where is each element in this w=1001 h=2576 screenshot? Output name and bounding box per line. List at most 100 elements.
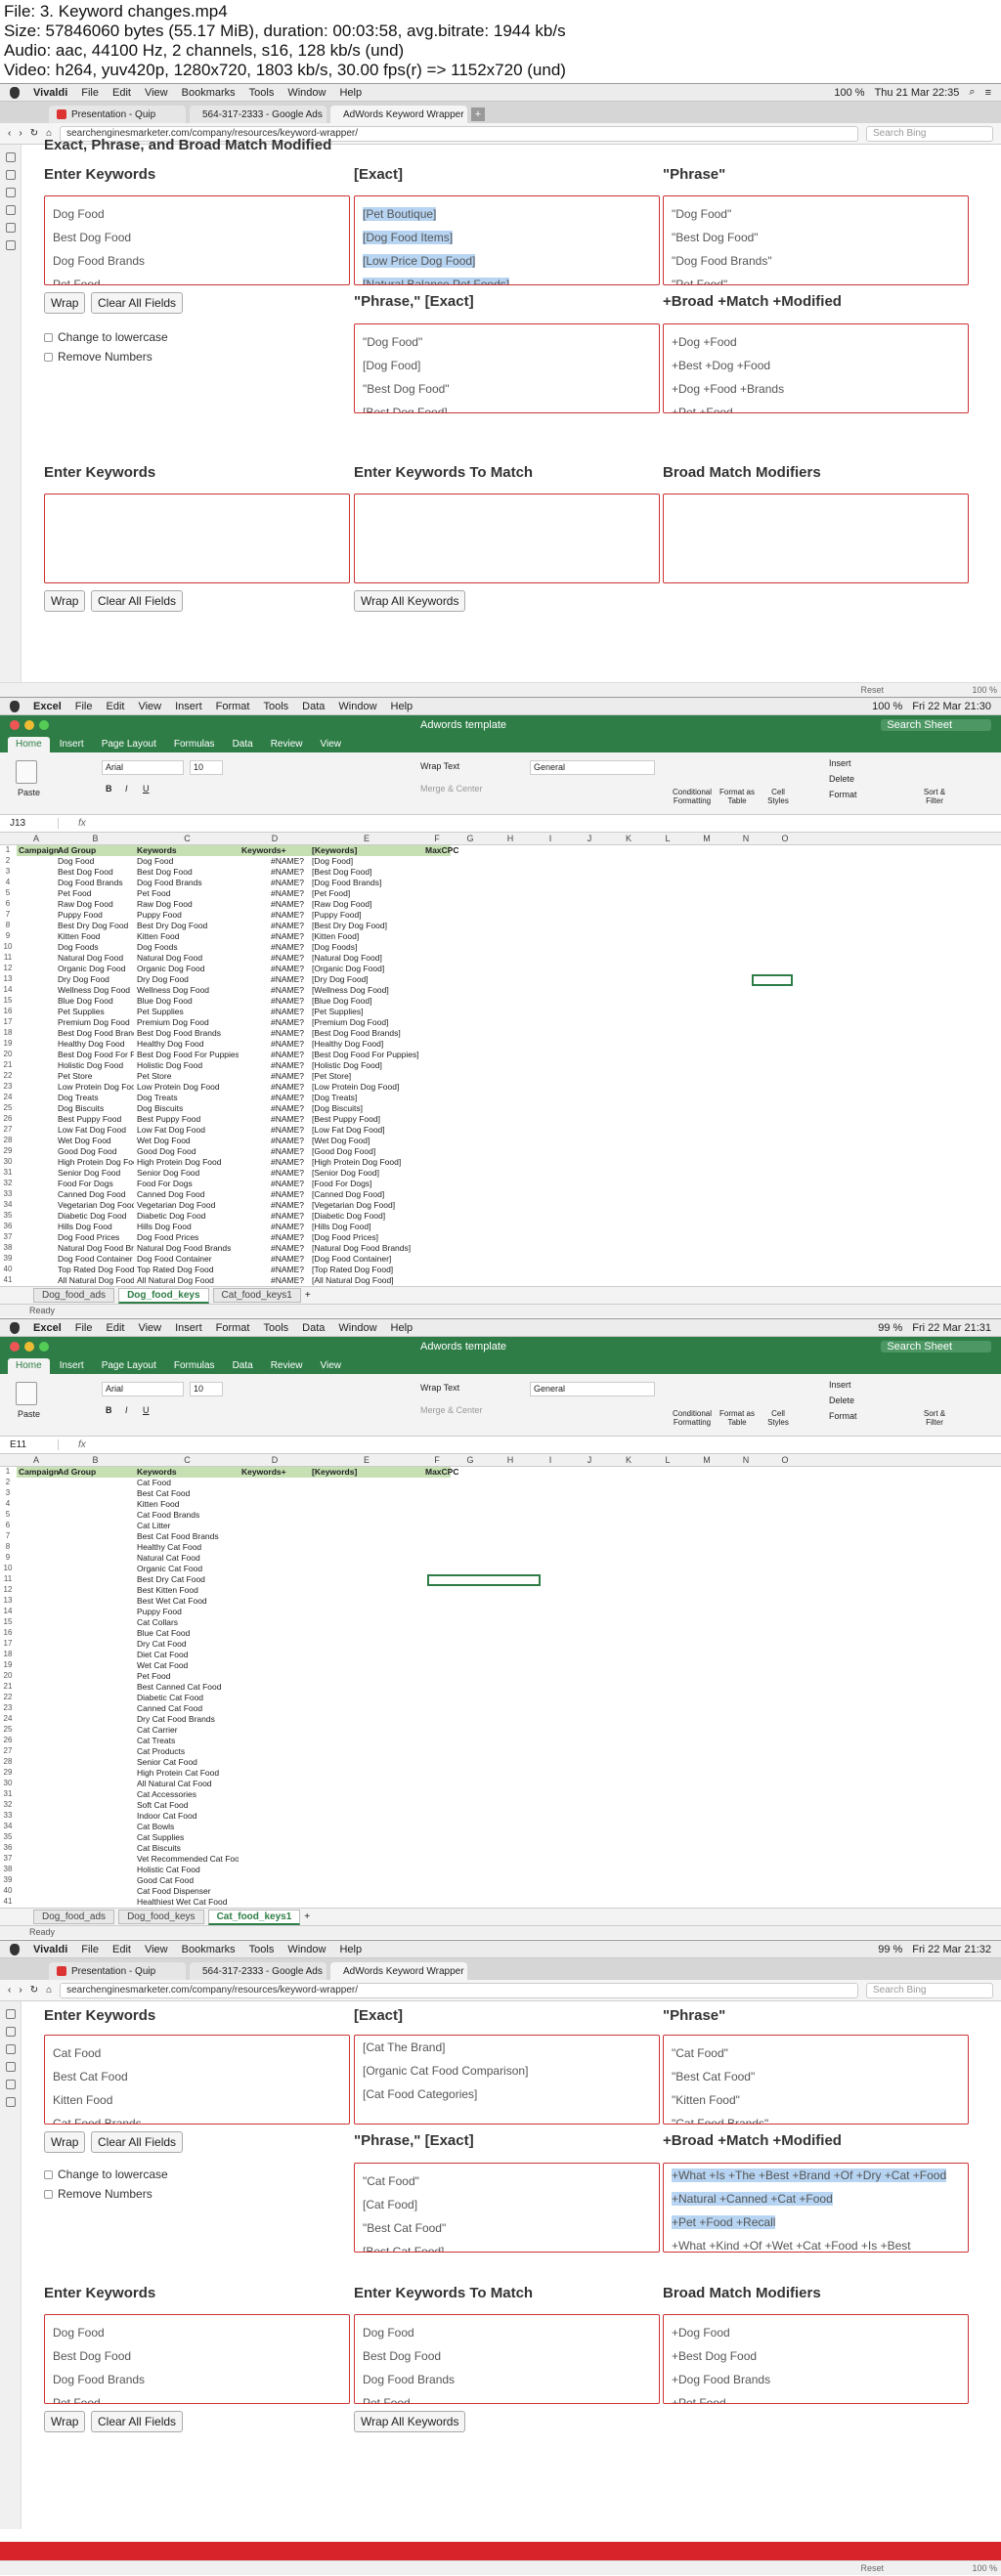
row-number[interactable]: 6 — [0, 899, 16, 908]
header-cell[interactable]: [Keywords] — [312, 1467, 357, 1478]
header-cell[interactable]: Keywords+ — [241, 1467, 286, 1478]
keyword-cell[interactable]: Top Rated Dog Food — [137, 1265, 239, 1275]
row-number[interactable]: 19 — [0, 1660, 16, 1669]
menu-edit[interactable]: Edit — [112, 1944, 131, 1955]
keyword-cell[interactable]: Wet Dog Food — [137, 1136, 239, 1146]
keyword-cell[interactable]: Hills Dog Food — [137, 1222, 239, 1232]
column-header[interactable]: G — [451, 834, 490, 843]
adgroup-cell[interactable]: Senior Dog Food — [58, 1168, 134, 1179]
enter-keywords-textarea[interactable]: Dog Food Best Dog Food Dog Food Brands Pet … — [44, 195, 350, 285]
tab-view[interactable]: View — [312, 737, 349, 752]
adgroup-cell[interactable]: Wet Dog Food — [58, 1136, 134, 1146]
wrap-text-button[interactable]: Wrap Text — [420, 761, 459, 771]
row-number[interactable]: 20 — [0, 1050, 16, 1058]
history-icon[interactable] — [5, 2062, 16, 2072]
row-number[interactable]: 11 — [0, 953, 16, 962]
row-number[interactable]: 24 — [0, 1093, 16, 1101]
keyword-cell[interactable]: Wet Cat Food — [137, 1660, 239, 1671]
merge-center-button[interactable]: Merge & Center — [420, 784, 483, 794]
tab-formulas[interactable]: Formulas — [166, 737, 223, 752]
font-select[interactable]: Arial — [102, 760, 184, 775]
column-header[interactable]: B — [56, 1455, 135, 1465]
tab-page-layout[interactable]: Page Layout — [94, 737, 164, 752]
insert-cells-button[interactable]: Insert — [829, 758, 851, 768]
window-controls[interactable] — [10, 1342, 49, 1352]
adgroup-cell[interactable]: Raw Dog Food — [58, 899, 134, 910]
keyword-cell[interactable]: Cat Supplies — [137, 1832, 239, 1843]
keyword-cell[interactable]: Cat Products — [137, 1746, 239, 1757]
keyword-cell[interactable]: Best Dog Food — [137, 867, 239, 878]
exact-cell[interactable]: [Dog Treats] — [312, 1093, 419, 1103]
row-number[interactable]: 18 — [0, 1028, 16, 1037]
delete-cells-button[interactable]: Delete — [829, 1395, 854, 1405]
keyword-cell[interactable]: Pet Supplies — [137, 1007, 239, 1017]
row-number[interactable]: 16 — [0, 1007, 16, 1015]
row-number[interactable]: 4 — [0, 878, 16, 886]
exact-cell[interactable]: [Low Protein Dog Food] — [312, 1082, 419, 1093]
row-number[interactable]: 9 — [0, 1553, 16, 1562]
column-header[interactable]: L — [648, 834, 687, 843]
exact-cell[interactable]: [Top Rated Dog Food] — [312, 1265, 419, 1275]
adgroup-cell[interactable]: Vegetarian Dog Food — [58, 1200, 134, 1211]
keyword-cell[interactable]: Premium Dog Food — [137, 1017, 239, 1028]
adgroup-cell[interactable]: Good Dog Food — [58, 1146, 134, 1157]
row-number[interactable]: 40 — [0, 1886, 16, 1895]
formula-cell[interactable]: #NAME? — [271, 931, 304, 942]
row-number[interactable]: 6 — [0, 1521, 16, 1529]
formula-cell[interactable]: #NAME? — [271, 1028, 304, 1039]
row-number[interactable]: 36 — [0, 1843, 16, 1852]
keyword-cell[interactable]: Cat Food — [137, 1478, 239, 1488]
row-number[interactable]: 11 — [0, 1574, 16, 1583]
conditional-formatting-button[interactable]: Conditional Formatting — [671, 788, 714, 805]
menu-file[interactable]: File — [75, 1322, 93, 1334]
adgroup-cell[interactable]: Pet Store — [58, 1071, 134, 1082]
keyword-cell[interactable]: Healthy Cat Food — [137, 1542, 239, 1553]
keyword-cell[interactable]: Cat Food Brands — [137, 1510, 239, 1521]
formula-cell[interactable]: #NAME? — [271, 942, 304, 953]
formula-cell[interactable]: #NAME? — [271, 996, 304, 1007]
menu-edit[interactable]: Edit — [106, 1322, 124, 1334]
exact-cell[interactable]: [Senior Dog Food] — [312, 1168, 419, 1179]
adgroup-cell[interactable]: Dog Food Brands — [58, 878, 134, 888]
keyword-cell[interactable]: Low Protein Dog Food — [137, 1082, 239, 1093]
row-number[interactable]: 7 — [0, 1531, 16, 1540]
keyword-cell[interactable]: Puppy Food — [137, 910, 239, 921]
reload-icon[interactable]: ↻ — [30, 128, 38, 139]
wrap-button[interactable]: Wrap — [44, 2131, 86, 2153]
header-cell[interactable]: Keywords — [137, 845, 177, 856]
keyword-cell[interactable]: Holistic Dog Food — [137, 1060, 239, 1071]
row-number[interactable]: 20 — [0, 1671, 16, 1680]
adgroup-cell[interactable]: All Natural Dog Food — [58, 1275, 134, 1286]
wrap-text-button[interactable]: Wrap Text — [420, 1383, 459, 1393]
menu-help[interactable]: Help — [339, 1944, 362, 1955]
exact-cell[interactable]: [Diabetic Dog Food] — [312, 1211, 419, 1222]
exact-cell[interactable]: [Natural Dog Food] — [312, 953, 419, 964]
row-number[interactable]: 23 — [0, 1703, 16, 1712]
format-cells-button[interactable]: Format — [829, 1411, 857, 1421]
keyword-cell[interactable]: Best Dry Cat Food — [137, 1574, 239, 1585]
keyword-cell[interactable]: Best Dry Dog Food — [137, 921, 239, 931]
sheet-tab-dog-ads[interactable]: Dog_food_ads — [33, 1910, 115, 1924]
column-header[interactable]: F — [423, 834, 451, 843]
size-select[interactable]: 10 — [190, 760, 223, 775]
row-number[interactable]: 14 — [0, 985, 16, 994]
header-cell[interactable]: [Keywords] — [312, 845, 357, 856]
row-number[interactable]: 30 — [0, 1779, 16, 1787]
adgroup-cell[interactable]: Best Puppy Food — [58, 1114, 134, 1125]
menu-insert[interactable]: Insert — [175, 701, 202, 712]
formula-cell[interactable]: #NAME? — [271, 856, 304, 867]
apple-icon[interactable] — [10, 86, 20, 99]
notes-icon[interactable] — [5, 188, 16, 197]
adgroup-cell[interactable]: Organic Dog Food — [58, 964, 134, 974]
keyword-cell[interactable]: Natural Dog Food — [137, 953, 239, 964]
row-number[interactable]: 14 — [0, 1607, 16, 1615]
keyword-cell[interactable]: Dog Food Container — [137, 1254, 239, 1265]
keyword-cell[interactable]: Dog Foods — [137, 942, 239, 953]
wrap-2-button[interactable]: Wrap — [44, 2411, 86, 2432]
row-number[interactable]: 27 — [0, 1746, 16, 1755]
keyword-cell[interactable]: Soft Cat Food — [137, 1800, 239, 1811]
row-number[interactable]: 38 — [0, 1243, 16, 1252]
adgroup-cell[interactable]: Puppy Food — [58, 910, 134, 921]
tab-review[interactable]: Review — [263, 1358, 311, 1374]
exact-cell[interactable]: [All Natural Dog Food] — [312, 1275, 419, 1286]
